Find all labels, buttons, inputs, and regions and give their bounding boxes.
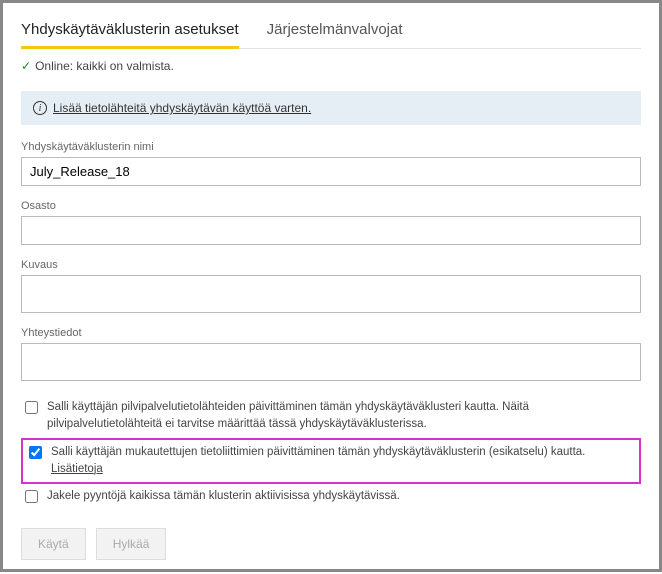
discard-button[interactable]: Hylkää <box>96 528 167 560</box>
checkbox-cloud-label: Salli käyttäjän pilvipalvelutietolähteid… <box>47 399 641 434</box>
checkbox-distribute-label: Jakele pyyntöjä kaikissa tämän klusterin… <box>47 488 400 505</box>
department-label: Osasto <box>21 200 641 212</box>
learn-more-link[interactable]: Lisätietoja <box>51 463 103 475</box>
status-row: ✓ Online: kaikki on valmista. <box>21 59 641 73</box>
apply-button[interactable]: Käytä <box>21 528 86 560</box>
description-label: Kuvaus <box>21 259 641 271</box>
infobar: i Lisää tietolähteitä yhdyskäytävän käyt… <box>21 91 641 125</box>
checkbox-custom-connectors[interactable] <box>29 446 42 459</box>
department-input[interactable] <box>21 216 641 245</box>
infobar-link[interactable]: Lisää tietolähteitä yhdyskäytävän käyttö… <box>53 101 311 115</box>
contact-input[interactable] <box>21 343 641 381</box>
cluster-name-label: Yhdyskäytäväklusterin nimi <box>21 141 641 153</box>
checkbox-distribute[interactable] <box>25 490 38 503</box>
contact-label: Yhteystiedot <box>21 327 641 339</box>
description-input[interactable] <box>21 275 641 313</box>
cluster-name-input[interactable] <box>21 157 641 186</box>
tabs: Yhdyskäytäväklusterin asetukset Järjeste… <box>21 17 641 49</box>
checkbox-cloud-sources[interactable] <box>25 401 38 414</box>
tab-settings[interactable]: Yhdyskäytäväklusterin asetukset <box>21 17 239 49</box>
check-icon: ✓ <box>21 59 31 73</box>
checkbox-custom-label: Salli käyttäjän mukautettujen tietoliitt… <box>51 446 585 458</box>
info-icon: i <box>33 101 47 115</box>
tab-admins[interactable]: Järjestelmänvalvojat <box>267 17 403 48</box>
status-text: Online: kaikki on valmista. <box>35 59 174 73</box>
